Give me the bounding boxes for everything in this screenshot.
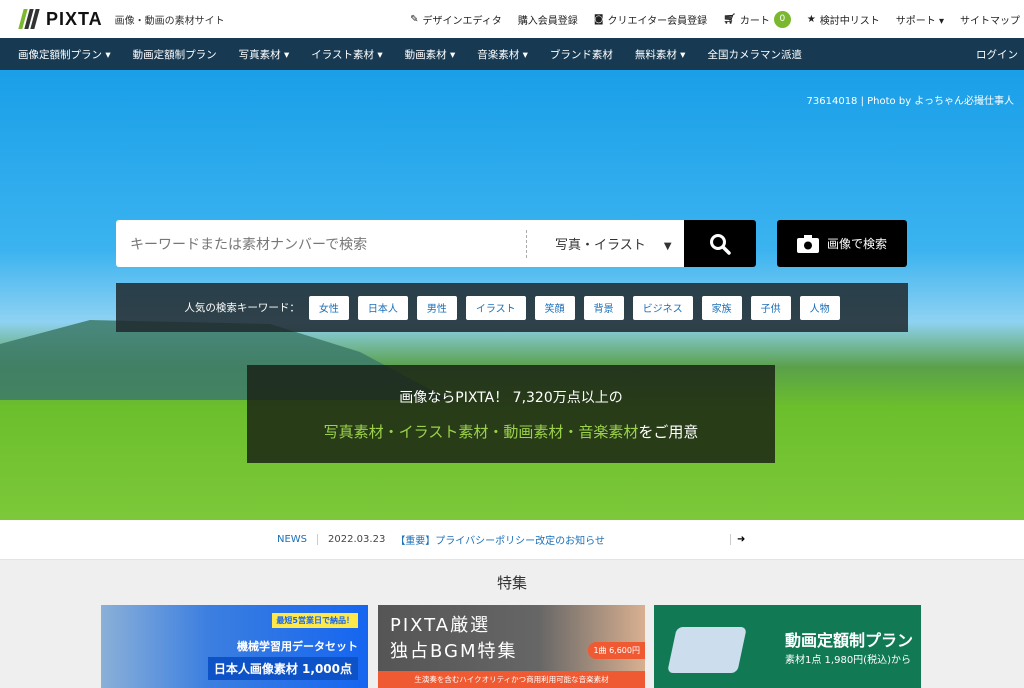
- chevron-down-icon: ▼: [663, 241, 672, 252]
- search-button[interactable]: [684, 220, 756, 267]
- keyword-tag[interactable]: 子供: [750, 295, 791, 320]
- banner-line2: 独占BGM特集: [390, 641, 518, 662]
- keyword-tag[interactable]: ビジネス: [632, 295, 693, 320]
- next-arrow-icon[interactable]: ➜: [730, 534, 745, 545]
- msg-suffix: をご用意: [638, 423, 699, 441]
- banner-video-plan[interactable]: 動画定額制プラン 素材1点 1,980円(税込)から: [654, 605, 921, 688]
- camera-icon: [796, 234, 819, 253]
- keyword-tag[interactable]: 男性: [416, 295, 457, 320]
- msg-sep: ・: [488, 423, 504, 441]
- message-line1: 画像ならPIXTA！ 7,320万点以上の: [399, 390, 623, 406]
- banner-caption: 生演奏を含むハイクオリティかつ商用利用可能な音楽素材: [378, 671, 645, 688]
- msg-sep: ・: [383, 423, 399, 441]
- banner-line1: PIXTA厳選: [390, 615, 491, 636]
- banner-badge: 最短5営業日で納品！: [272, 613, 358, 628]
- msg-sep: ・: [563, 423, 579, 441]
- wishlist-link[interactable]: ★ 検討中リスト: [807, 12, 880, 27]
- keyword-tag[interactable]: 家族: [701, 295, 742, 320]
- link-label: クリエイター会員登録: [607, 15, 708, 27]
- hero: 73614018 | Photo by よっちゃん必撮仕事人 キーワードまたは素…: [0, 70, 1024, 520]
- banner-dataset[interactable]: 最短5営業日で納品！ 機械学習用データセット 日本人画像素材 1,000点: [101, 605, 368, 688]
- tagline: 画像・動画の素材サイト: [114, 15, 225, 27]
- banner-line2: 素材1点 1,980円(税込)から: [785, 655, 911, 666]
- banner-bgm[interactable]: PIXTA厳選 独占BGM特集 1曲 6,600円 生演奏を含むハイクオリティか…: [378, 605, 645, 688]
- top-header: PIXTA 画像・動画の素材サイト ✎ デザインエディタ 購入会員登録 ◙ クリエイ…: [0, 0, 1024, 38]
- search-icon: [710, 233, 731, 255]
- banner-line2: 日本人画像素材 1,000点: [207, 657, 358, 680]
- link-label: デザインエディタ: [422, 15, 502, 27]
- news-date: 2022.03.23: [328, 534, 386, 545]
- edit-icon: ✎: [410, 13, 419, 25]
- popular-keywords: 人気の検索キーワード： 女性 日本人 男性 イラスト 笑顔 背景 ビジネス 家族…: [116, 283, 908, 332]
- msg-illust: イラスト素材: [398, 423, 489, 441]
- message-line2: 写真素材・イラスト素材・動画素材・音楽素材をご用意: [247, 421, 775, 442]
- support-link[interactable]: サポート ▾: [896, 12, 944, 27]
- image-search-button[interactable]: 画像で検索: [777, 220, 907, 267]
- msg-photo: 写真素材: [323, 423, 384, 441]
- banner-price: 1曲 6,600円: [588, 642, 645, 659]
- design-editor-link[interactable]: ✎ デザインエディタ: [410, 12, 502, 27]
- news-bar: NEWS 2022.03.23 【重要】プライバシーポリシー改定のお知らせ ➜: [0, 520, 1024, 560]
- nav-video[interactable]: 動画素材 ▾: [405, 47, 456, 62]
- nav-video-plan[interactable]: 動画定額制プラン: [133, 47, 217, 62]
- keyword-tag[interactable]: 背景: [583, 295, 624, 320]
- features-title: 特集: [496, 574, 527, 592]
- nav-illust[interactable]: イラスト素材 ▾: [311, 47, 382, 62]
- news-label: NEWS: [277, 534, 319, 545]
- logo-icon: [18, 8, 40, 30]
- login-link[interactable]: ログイン: [976, 47, 1018, 62]
- search-box[interactable]: キーワードまたは素材ナンバーで検索 写真・イラスト ▼: [116, 220, 684, 267]
- nav-free[interactable]: 無料素材 ▾: [635, 47, 686, 62]
- cart-count: 0: [773, 10, 791, 28]
- news-link[interactable]: 【重要】プライバシーポリシー改定のお知らせ: [395, 532, 605, 547]
- nav-photo[interactable]: 写真素材 ▾: [239, 47, 290, 62]
- banner-line1: 機械学習用データセット: [237, 640, 358, 653]
- nav-music[interactable]: 音楽素材 ▾: [477, 47, 528, 62]
- category-label: 写真・イラスト: [555, 238, 646, 253]
- cart-icon: 🛒︎: [723, 13, 736, 25]
- register-link[interactable]: 購入会員登録: [518, 12, 578, 27]
- logo-text: PIXTA: [46, 8, 103, 29]
- category-select[interactable]: 写真・イラスト ▼: [527, 234, 684, 253]
- star-icon: ★: [806, 13, 816, 25]
- msg-music: 音楽素材: [578, 423, 639, 441]
- search-input[interactable]: キーワードまたは素材ナンバーで検索: [116, 234, 526, 254]
- video-phone-icon: [667, 627, 747, 673]
- hero-message: 画像ならPIXTA！ 7,320万点以上の 写真素材・イラスト素材・動画素材・音…: [247, 365, 775, 463]
- link-label: カート: [739, 15, 770, 27]
- nav-photographer[interactable]: 全国カメラマン派遣: [707, 47, 802, 62]
- banner-line1: 動画定額制プラン: [784, 631, 913, 650]
- keyword-tag[interactable]: 人物: [799, 295, 840, 320]
- msg-video: 動画素材: [503, 423, 564, 441]
- main-nav: 画像定額制プラン ▾ 動画定額制プラン 写真素材 ▾ イラスト素材 ▾ 動画素材…: [0, 38, 1024, 70]
- keyword-tag[interactable]: 日本人: [357, 295, 408, 320]
- nav-brand[interactable]: ブランド素材: [550, 47, 613, 62]
- keyword-tag[interactable]: 女性: [308, 295, 349, 320]
- sitemap-link[interactable]: サイトマップ: [960, 12, 1020, 27]
- keyword-tag[interactable]: 笑顔: [534, 295, 575, 320]
- pixta-logo[interactable]: PIXTA: [18, 8, 103, 30]
- keywords-label: 人気の検索キーワード：: [184, 302, 300, 314]
- creator-register-link[interactable]: ◙ クリエイター会員登録: [594, 12, 707, 27]
- nav-image-plan[interactable]: 画像定額制プラン ▾: [18, 47, 111, 62]
- image-search-label: 画像で検索: [826, 237, 887, 251]
- camera-icon: ◙: [593, 13, 604, 25]
- keyword-tag[interactable]: イラスト: [465, 295, 526, 320]
- photo-credit[interactable]: 73614018 | Photo by よっちゃん必撮仕事人: [807, 92, 1014, 107]
- cart-link[interactable]: 🛒︎ カート 0: [723, 10, 791, 28]
- link-label: 検討中リスト: [819, 15, 880, 27]
